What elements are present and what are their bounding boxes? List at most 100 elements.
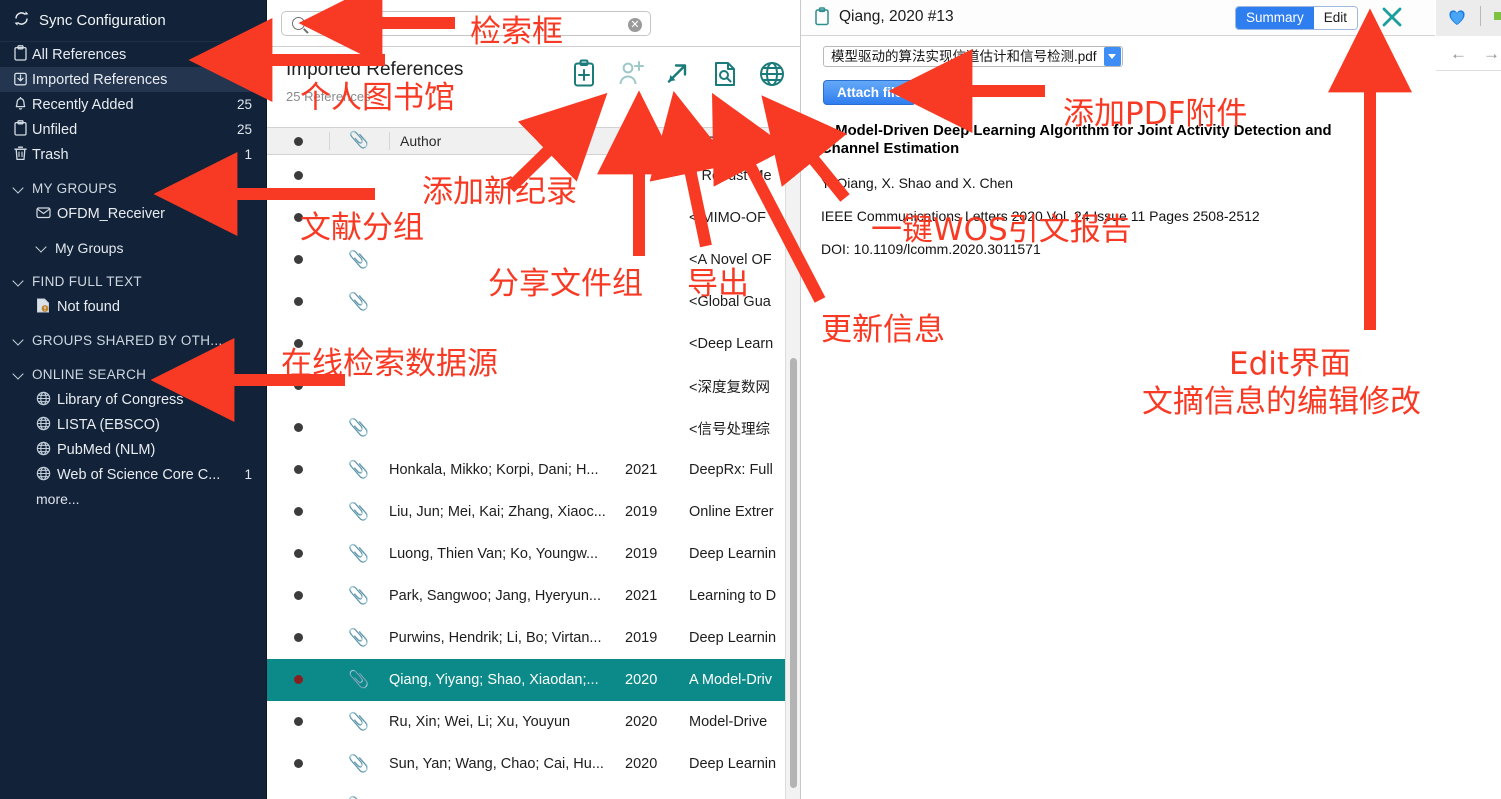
sidebar-section-groups-shared[interactable]: GROUPS SHARED BY OTH... (0, 328, 266, 353)
table-row[interactable]: <深度复数网 (267, 365, 800, 407)
background-window-nav: ← → (1436, 36, 1501, 71)
attach-file-button[interactable]: Attach file (823, 80, 917, 105)
list-scrollbar-thumb[interactable] (790, 358, 797, 788)
row-attachment-icon[interactable]: 📎 (329, 628, 389, 648)
sync-icon (13, 10, 30, 31)
column-header-author[interactable]: Author (400, 128, 625, 154)
table-row[interactable]: 📎Wang, Jue; Zhou, Haifeng; Li, Y...2018W… (267, 785, 800, 799)
row-author: Ru, Xin; Wei, Li; Xu, Youyun (389, 714, 571, 730)
sidebar-item-ofdm-receiver[interactable]: OFDM_Receiver (0, 201, 266, 226)
sidebar-item-recently-added[interactable]: Recently Added 25 (0, 92, 266, 117)
row-status-dot[interactable] (267, 756, 329, 772)
background-window[interactable]: ← → (1436, 0, 1501, 799)
table-row[interactable]: < Robust Me (267, 155, 800, 197)
table-row[interactable]: 📎 <A Novel OF (267, 239, 800, 281)
sidebar-item-all-references[interactable]: All References (0, 42, 266, 67)
sidebar-my-groups-label: MY GROUPS (32, 181, 117, 196)
pdf-file-select[interactable]: 模型驱动的算法实现信道估计和信号检测.pdf (823, 46, 1123, 67)
row-attachment-icon[interactable]: 📎 (329, 292, 389, 312)
row-status-dot[interactable] (267, 630, 329, 646)
sidebar-item-not-found[interactable]: Not found (0, 294, 266, 319)
search-bar: Comnet ✕ Advanced Search (267, 0, 800, 47)
back-arrow-icon[interactable]: ← (1450, 45, 1467, 62)
new-reference-icon[interactable] (570, 59, 598, 89)
row-status-dot[interactable] (267, 378, 329, 394)
find-full-text-icon[interactable] (711, 59, 739, 89)
table-row[interactable]: <Deep Learn (267, 323, 800, 365)
row-status-dot[interactable] (267, 462, 329, 478)
export-icon[interactable] (664, 59, 692, 89)
sidebar-section-my-groups-sub[interactable]: My Groups (0, 235, 266, 260)
table-row[interactable]: < MIMO-OF (267, 197, 800, 239)
row-status-dot[interactable] (267, 546, 329, 562)
sidebar-more-link[interactable]: more... (0, 487, 266, 511)
row-attachment-icon[interactable]: 📎 (329, 544, 389, 564)
sidebar-item-label: Web of Science Core C... (57, 466, 221, 483)
row-status-dot[interactable] (267, 168, 329, 184)
row-author: Sun, Yan; Wang, Chao; Cai, Hu... (389, 756, 604, 772)
share-group-icon[interactable] (617, 59, 645, 89)
clear-search-icon[interactable]: ✕ (628, 18, 642, 32)
table-row[interactable]: 📎 Luong, Thien Van; Ko, Youngw... 2019 Deep… (267, 533, 800, 575)
sidebar-item-unfiled[interactable]: Unfiled 25 (0, 117, 266, 142)
sidebar-item-lista-ebsco[interactable]: LISTA (EBSCO) (0, 412, 266, 437)
close-icon[interactable] (1379, 4, 1405, 30)
row-status-dot[interactable] (267, 252, 329, 268)
table-row[interactable]: 📎 Park, Sangwoo; Jang, Hyeryun... 2021 Lear… (267, 575, 800, 617)
sidebar-item-label: Trash (32, 146, 69, 163)
row-author: Purwins, Hendrik; Li, Bo; Virtan... (389, 630, 602, 646)
sidebar-item-trash[interactable]: Trash 1 (0, 142, 266, 167)
row-status-dot[interactable] (267, 672, 329, 688)
row-status-dot[interactable] (267, 420, 329, 436)
reference-detail-pane: Qiang, 2020 #13 Summary Edit 模型驱动的算法实现信道… (801, 0, 1435, 799)
tab-edit[interactable]: Edit (1313, 7, 1357, 29)
table-row[interactable]: 📎 <Global Gua (267, 281, 800, 323)
column-header-attachment[interactable]: 📎 (329, 128, 389, 154)
row-status-dot[interactable] (267, 588, 329, 604)
tab-summary[interactable]: Summary (1235, 7, 1314, 29)
list-scrollbar-track[interactable] (785, 128, 800, 799)
search-input[interactable]: Comnet ✕ (281, 11, 651, 36)
row-attachment-icon[interactable]: 📎 (329, 754, 389, 774)
sidebar-item-label: Library of Congress (57, 391, 184, 408)
sidebar-item-library-of-congress[interactable]: Library of Congress (0, 387, 266, 412)
column-header-status[interactable] (267, 128, 329, 154)
table-row[interactable]: 📎 Ru, Xin; Wei, Li; Xu, Youyun 2020 Model-D… (267, 701, 800, 743)
row-status-dot[interactable] (267, 210, 329, 226)
sidebar-item-label: OFDM_Receiver (57, 205, 165, 222)
sidebar-item-pubmed-nlm[interactable]: PubMed (NLM) (0, 437, 266, 462)
row-attachment-icon[interactable]: 📎 (329, 418, 389, 438)
row-attachment-icon[interactable]: 📎 (329, 586, 389, 606)
table-row[interactable]: 📎 Purwins, Hendrik; Li, Bo; Virtan... 2019… (267, 617, 800, 659)
status-indicator (1494, 12, 1501, 20)
row-status-dot[interactable] (267, 504, 329, 520)
table-row[interactable]: 📎 <信号处理综 (267, 407, 800, 449)
sidebar-section-online-search[interactable]: ONLINE SEARCH (0, 362, 266, 387)
table-row[interactable]: 📎 Sun, Yan; Wang, Chao; Cai, Hu... 2020 Dee… (267, 743, 800, 785)
row-attachment-icon[interactable]: 📎 (329, 502, 389, 522)
row-status-dot[interactable] (267, 294, 329, 310)
sidebar-section-my-groups[interactable]: MY GROUPS (0, 176, 266, 201)
online-search-icon[interactable] (758, 59, 786, 89)
row-attachment-icon[interactable]: 📎 (329, 250, 389, 270)
row-attachment-icon[interactable]: 📎 (329, 712, 389, 732)
row-attachment-icon[interactable]: 📎 (329, 670, 389, 690)
pdf-attachment-row: 模型驱动的算法实现信道估计和信号检测.pdf (801, 36, 1435, 76)
chevron-down-icon (13, 335, 24, 346)
sidebar-online-search-label: ONLINE SEARCH (32, 367, 147, 382)
sidebar-section-find-full-text[interactable]: FIND FULL TEXT (0, 269, 266, 294)
table-row[interactable]: 📎 Qiang, Yiyang; Shao, Xiaodan;... 2020 A M… (267, 659, 800, 701)
row-status-dot[interactable] (267, 714, 329, 730)
chevron-down-icon[interactable] (1103, 47, 1121, 66)
table-row[interactable]: 📎 Honkala, Mikko; Korpi, Dani; H... 2021 De… (267, 449, 800, 491)
sidebar-item-web-of-science-core-c[interactable]: Web of Science Core C... 1 (0, 462, 266, 487)
sidebar-sync-configuration[interactable]: Sync Configuration (0, 0, 266, 42)
row-status-dot[interactable] (267, 336, 329, 352)
row-attachment-icon[interactable]: 📎 (329, 460, 389, 480)
column-header-year[interactable]: Year (635, 128, 695, 154)
row-year: 2020 (625, 672, 658, 688)
sidebar-item-imported-references[interactable]: Imported References 25 (0, 67, 266, 92)
column-divider (625, 132, 626, 150)
table-row[interactable]: 📎 Liu, Jun; Mei, Kai; Zhang, Xiaoc... 2019… (267, 491, 800, 533)
forward-arrow-icon[interactable]: → (1483, 45, 1500, 62)
